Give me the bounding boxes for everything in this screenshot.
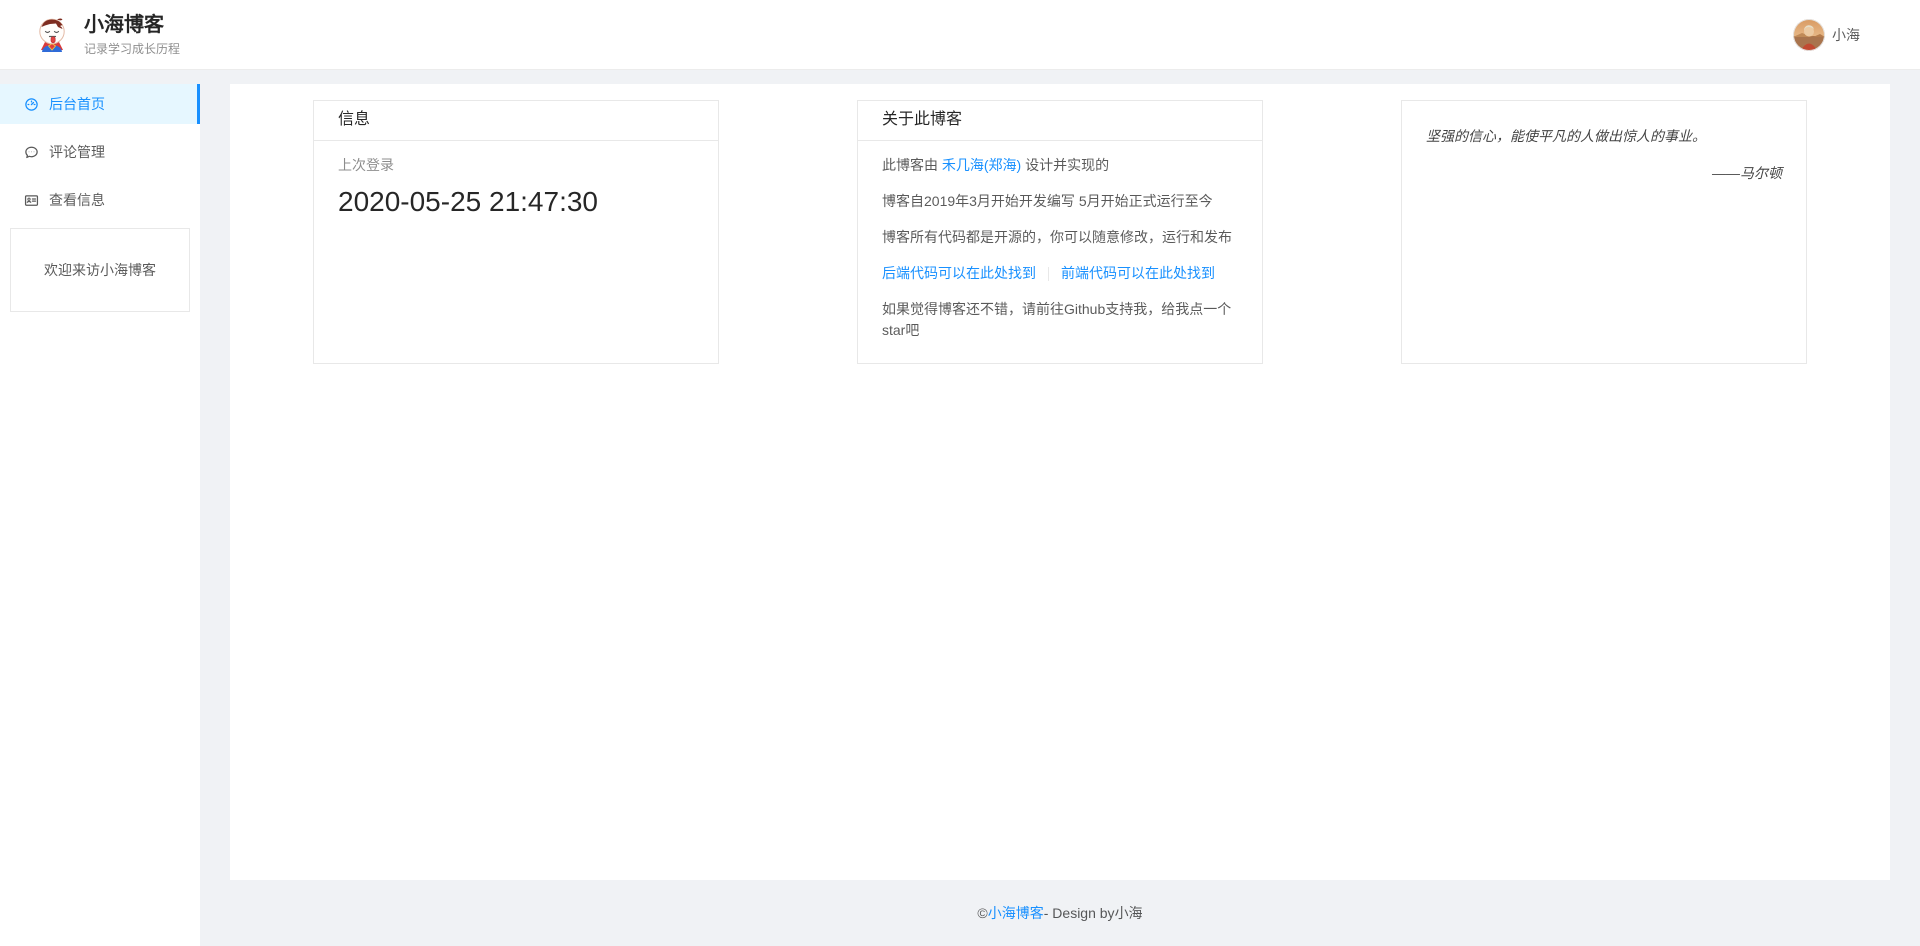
sidebar-item-dashboard[interactable]: 后台首页 [0, 84, 200, 124]
quote-author: ——马尔顿 [1426, 162, 1782, 184]
backend-code-link[interactable]: 后端代码可以在此处找到 [882, 265, 1036, 281]
user-menu[interactable]: 小海 [1793, 19, 1860, 51]
about-line1-prefix: 此博客由 [882, 157, 942, 173]
quote-card-body: 坚强的信心，能使平凡的人做出惊人的事业。 ——马尔顿 [1402, 101, 1806, 208]
info-card-title: 信息 [314, 101, 718, 141]
dashboard-icon [24, 97, 39, 112]
main-area: 信息 上次登录 2020-05-25 21:47:30 关于此博客 此博客由 禾… [230, 84, 1890, 946]
about-card: 关于此博客 此博客由 禾几海(郑海) 设计并实现的 博客自2019年3月开始开发… [857, 100, 1263, 364]
idcard-icon [24, 193, 39, 208]
about-line-author: 此博客由 禾几海(郑海) 设计并实现的 [882, 155, 1238, 176]
vertical-divider [1048, 267, 1049, 281]
footer-designer: 小海 [1115, 903, 1143, 923]
sidebar: 后台首页 评论管理 查看信息 欢迎来访小海博客 [0, 84, 200, 946]
welcome-text: 欢迎来访小海博客 [44, 260, 156, 280]
user-avatar[interactable] [1793, 19, 1825, 51]
about-line-opensource: 博客所有代码都是开源的，你可以随意修改，运行和发布 [882, 227, 1238, 248]
last-login-value: 2020-05-25 21:47:30 [338, 184, 694, 220]
message-icon [24, 145, 39, 160]
about-line-links: 后端代码可以在此处找到 前端代码可以在此处找到 [882, 263, 1238, 284]
sidebar-item-comments[interactable]: 评论管理 [0, 132, 200, 172]
welcome-box: 欢迎来访小海博客 [10, 228, 190, 312]
layout: 后台首页 评论管理 查看信息 欢迎来访小海博客 [0, 84, 1920, 946]
brand-text: 小海博客 记录学习成长历程 [84, 13, 180, 57]
about-card-title: 关于此博客 [858, 101, 1262, 141]
author-link[interactable]: 禾几海(郑海) [942, 157, 1021, 173]
about-line1-suffix: 设计并实现的 [1021, 157, 1109, 173]
blog-logo-icon [32, 15, 72, 55]
info-card-body: 上次登录 2020-05-25 21:47:30 [314, 141, 718, 234]
about-line-star: 如果觉得博客还不错，请前往Github支持我，给我点一个star吧 [882, 299, 1238, 341]
sidebar-item-label: 后台首页 [49, 94, 105, 114]
info-card: 信息 上次登录 2020-05-25 21:47:30 [313, 100, 719, 364]
brand[interactable]: 小海博客 记录学习成长历程 [32, 13, 180, 57]
frontend-code-link[interactable]: 前端代码可以在此处找到 [1061, 265, 1215, 281]
quote-card: 坚强的信心，能使平凡的人做出惊人的事业。 ——马尔顿 [1401, 100, 1807, 364]
app-title: 小海博客 [84, 13, 180, 37]
content-panel: 信息 上次登录 2020-05-25 21:47:30 关于此博客 此博客由 禾… [230, 84, 1890, 880]
sidebar-item-label: 查看信息 [49, 190, 105, 210]
user-name[interactable]: 小海 [1832, 25, 1860, 45]
sidebar-item-label: 评论管理 [49, 142, 105, 162]
about-line-history: 博客自2019年3月开始开发编写 5月开始正式运行至今 [882, 191, 1238, 212]
sidebar-item-view-info[interactable]: 查看信息 [0, 180, 200, 220]
about-card-body: 此博客由 禾几海(郑海) 设计并实现的 博客自2019年3月开始开发编写 5月开… [858, 141, 1262, 370]
app-header: 小海博客 记录学习成长历程 [0, 0, 1920, 70]
quote-text: 坚强的信心，能使平凡的人做出惊人的事业。 [1426, 125, 1782, 147]
footer-blog-link[interactable]: 小海博客 [988, 903, 1044, 923]
footer-copyright: © [977, 905, 987, 921]
app-subtitle: 记录学习成长历程 [84, 40, 180, 57]
last-login-label: 上次登录 [338, 155, 694, 175]
footer-middle: - Design by [1044, 905, 1115, 921]
page-footer: © 小海博客 - Design by 小海 [230, 880, 1890, 946]
